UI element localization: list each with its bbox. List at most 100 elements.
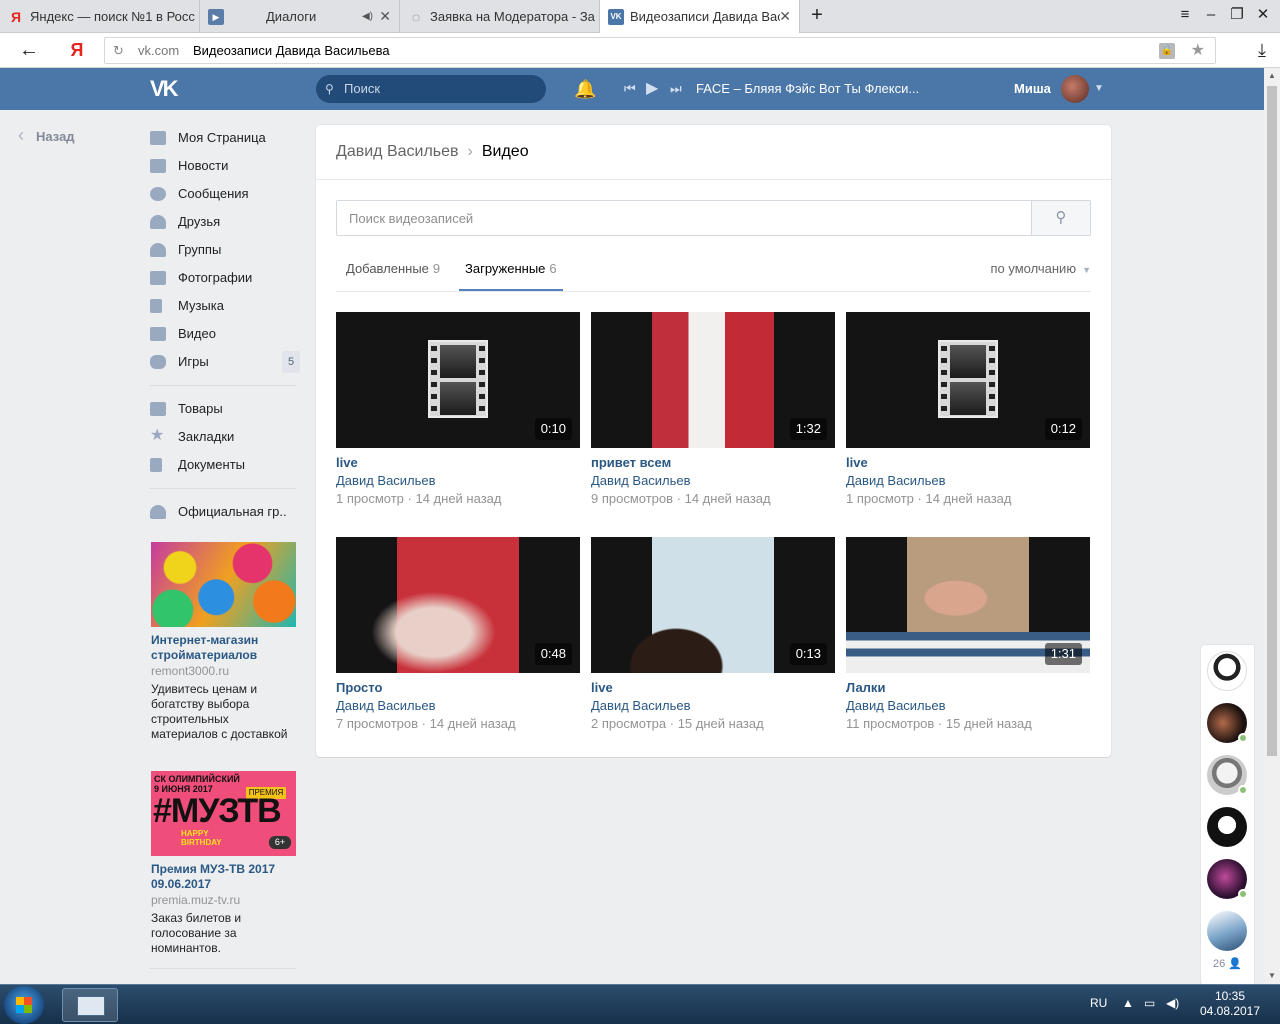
ad-title[interactable]: Интернет-магазин стройматериалов	[151, 633, 296, 663]
video-thumbnail[interactable]: 1:32	[591, 312, 835, 448]
tab-label: Загруженные	[465, 261, 546, 276]
start-button[interactable]	[4, 986, 44, 1024]
video-thumbnail[interactable]: 0:48	[336, 537, 580, 673]
minimize-icon[interactable]: –	[1198, 0, 1224, 30]
video-author[interactable]: Давид Васильев	[336, 472, 436, 490]
url-field[interactable]: ↻ vk.com Видеозаписи Давида Васильева 🔒 …	[104, 37, 1216, 64]
speaker-icon[interactable]: ◀)	[362, 0, 373, 33]
video-author[interactable]: Давид Васильев	[591, 697, 691, 715]
menu-divider	[150, 488, 296, 489]
star-icon: ★	[150, 427, 165, 444]
user-name[interactable]: Миша	[1014, 79, 1051, 99]
menu-item-friends[interactable]: Друзья	[150, 208, 300, 236]
menu-item-bookmarks[interactable]: ★ Закладки	[150, 423, 300, 451]
menu-item-news[interactable]: Новости	[150, 152, 300, 180]
new-tab-button[interactable]: +	[804, 0, 830, 30]
close-icon[interactable]: ✕	[779, 0, 791, 33]
video-thumbnail[interactable]: 0:10	[336, 312, 580, 448]
video-title[interactable]: live	[846, 454, 868, 472]
browser-tab-videos[interactable]: VK Видеозаписи Давида Вас ✕	[600, 0, 800, 33]
ad-image-muz-tv[interactable]: СК ОЛИМПИЙСКИЙ 9 ИЮНЯ 2017 ПРЕМИЯ #МУЗТВ…	[151, 771, 296, 856]
next-track-icon[interactable]: ⏭	[670, 79, 682, 99]
network-icon[interactable]: ▭	[1144, 995, 1155, 1011]
video-title[interactable]: привет всем	[591, 454, 671, 472]
video-author[interactable]: Давид Васильев	[846, 472, 946, 490]
browser-tab-yandex[interactable]: Я Яндекс — поиск №1 в Росс	[0, 0, 200, 33]
volume-icon[interactable]: ◀)	[1166, 995, 1179, 1011]
menu-item-my-page[interactable]: Моя Страница	[150, 124, 300, 152]
search-icon[interactable]: ⚲	[1031, 201, 1090, 235]
video-duration: 0:10	[534, 418, 572, 440]
avatar[interactable]	[1207, 703, 1248, 743]
avatar[interactable]	[1207, 755, 1248, 795]
videos-panel: Давид Васильев › Видео ⚲ Добавленные9 Загр…	[316, 125, 1111, 757]
video-author[interactable]: Давид Васильев	[336, 697, 436, 715]
reload-icon[interactable]: ↻	[113, 38, 124, 63]
close-icon[interactable]: ✕	[379, 0, 391, 33]
video-thumbnail[interactable]: 1:31	[846, 537, 1090, 673]
taskbar-app-browser[interactable]	[62, 988, 118, 1022]
play-icon[interactable]: ▶	[646, 79, 658, 99]
avatar[interactable]	[1207, 859, 1248, 899]
video-meta: 9 просмотров · 14 дней назад	[591, 491, 771, 506]
back-arrow-icon[interactable]: ←	[14, 33, 44, 68]
menu-item-documents[interactable]: Документы	[150, 451, 300, 479]
menu-item-official-group[interactable]: Официальная гр..	[150, 498, 300, 526]
system-clock[interactable]: 10:35 04.08.2017	[1198, 989, 1262, 1019]
download-icon[interactable]: ⤓	[1258, 33, 1266, 68]
avatar[interactable]	[1207, 807, 1247, 847]
ad-title[interactable]: Премия МУЗ-ТВ 2017 09.06.2017	[151, 862, 296, 892]
menu-item-goods[interactable]: Товары	[150, 395, 300, 423]
video-search-input[interactable]	[337, 201, 1032, 235]
yandex-logo-icon[interactable]: Я	[62, 33, 92, 68]
ad-image-paint[interactable]	[151, 542, 296, 627]
video-title[interactable]: live	[591, 679, 613, 697]
video-author[interactable]: Давид Васильев	[846, 697, 946, 715]
menu-icon[interactable]: ≡	[1172, 0, 1198, 30]
lock-icon[interactable]: 🔒	[1159, 43, 1175, 59]
chat-count[interactable]: 26 👤	[1213, 957, 1242, 971]
gamepad-icon	[150, 355, 166, 369]
now-playing-track[interactable]: FACE – Бляяя Фэйс Вот Ты Флекси...	[696, 79, 919, 99]
window-icon	[77, 996, 105, 1016]
scroll-down-icon[interactable]: ▼	[1264, 968, 1280, 984]
video-author[interactable]: Давид Васильев	[591, 472, 691, 490]
tray-expand-icon[interactable]: ▲	[1122, 995, 1134, 1011]
video-thumbnail[interactable]: 0:12	[846, 312, 1090, 448]
bookmark-star-icon[interactable]: ★	[1191, 38, 1205, 63]
menu-item-music[interactable]: Музыка	[150, 292, 300, 320]
sort-dropdown[interactable]: по умолчанию ▼	[990, 255, 1091, 284]
tab-added[interactable]: Добавленные 9	[340, 255, 446, 291]
previous-track-icon[interactable]: ⏮	[624, 79, 636, 99]
browser-tab-dialogs[interactable]: ▶ Диалоги ◀) ✕	[200, 0, 400, 33]
scrollbar-thumb[interactable]	[1267, 86, 1277, 756]
browser-tab-moderator[interactable]: ◌ Заявка на Модератора - За	[400, 0, 600, 33]
back-link[interactable]: ‹ Назад	[18, 126, 75, 146]
menu-item-messages[interactable]: Сообщения	[150, 180, 300, 208]
menu-item-video[interactable]: Видео	[150, 320, 300, 348]
avatar[interactable]	[1207, 911, 1247, 951]
scroll-up-icon[interactable]: ▲	[1264, 68, 1280, 84]
page-title: Видео	[481, 143, 529, 160]
avatar[interactable]	[1207, 651, 1247, 691]
close-window-icon[interactable]: ✕	[1250, 0, 1276, 30]
chevron-down-icon[interactable]: ▼	[1094, 80, 1104, 98]
video-thumbnail[interactable]: 0:13	[591, 537, 835, 673]
header-search-input[interactable]: ⚲ Поиск	[316, 75, 546, 103]
menu-item-games[interactable]: Игры 5	[150, 348, 300, 376]
bell-icon[interactable]: 🔔	[574, 78, 596, 100]
menu-item-groups[interactable]: Группы	[150, 236, 300, 264]
tab-uploaded[interactable]: Загруженные 6	[459, 255, 563, 291]
online-indicator	[1238, 733, 1248, 743]
video-title[interactable]: Просто	[336, 679, 382, 697]
page-scrollbar[interactable]: ▲ ▼	[1264, 68, 1280, 984]
language-indicator[interactable]: RU	[1090, 995, 1107, 1011]
video-title[interactable]: live	[336, 454, 358, 472]
menu-item-photos[interactable]: Фотографии	[150, 264, 300, 292]
breadcrumb-owner[interactable]: Давид Васильев	[336, 143, 459, 160]
avatar[interactable]	[1061, 75, 1089, 103]
video-title[interactable]: Лалки	[846, 679, 885, 697]
vk-logo[interactable]: VK	[150, 77, 186, 101]
video-age: 14 дней назад	[925, 491, 1012, 506]
restore-icon[interactable]: ❐	[1224, 0, 1250, 30]
